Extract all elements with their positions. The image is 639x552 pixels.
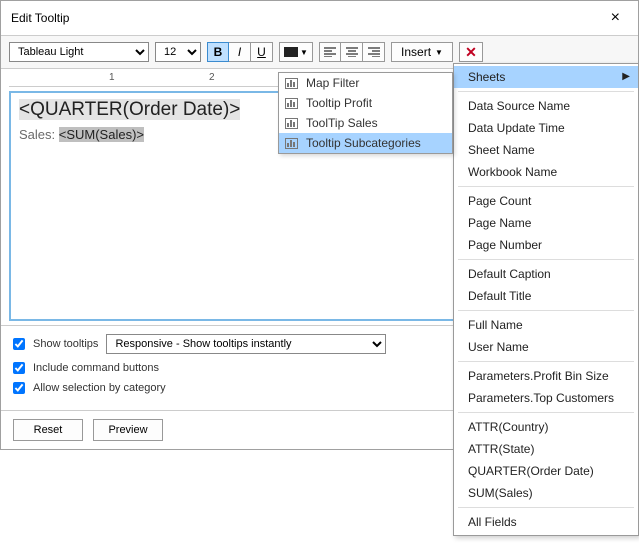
insert-menu-item[interactable]: All Fields <box>454 511 638 533</box>
submenu-label: Tooltip Subcategories <box>306 136 421 150</box>
close-icon[interactable]: × <box>601 9 630 27</box>
insert-menu-item[interactable]: Parameters.Top Customers <box>454 387 638 409</box>
insert-menu-item[interactable]: Parameters.Profit Bin Size <box>454 365 638 387</box>
quarter-field-tag[interactable]: <QUARTER(Order Date)> <box>19 99 240 120</box>
submenu-label: Tooltip Profit <box>306 96 372 110</box>
include-cmd-label: Include command buttons <box>33 362 159 374</box>
bold-button[interactable]: B <box>207 42 229 62</box>
menu-separator <box>458 259 634 260</box>
align-group <box>319 42 385 62</box>
dialog-title: Edit Tooltip <box>11 11 601 25</box>
allow-sel-label: Allow selection by category <box>33 382 166 394</box>
sum-sales-field-tag[interactable]: <SUM(Sales)> <box>59 127 144 142</box>
insert-menu-item[interactable]: User Name <box>454 336 638 358</box>
insert-menu-item[interactable]: Workbook Name <box>454 161 638 183</box>
insert-menu-item[interactable]: Data Source Name <box>454 95 638 117</box>
insert-menu-item[interactable]: ATTR(State) <box>454 438 638 460</box>
show-tooltips-checkbox[interactable] <box>13 338 25 350</box>
color-swatch-icon <box>284 47 298 57</box>
underline-button[interactable]: U <box>251 42 273 62</box>
insert-menu-item[interactable]: Full Name <box>454 314 638 336</box>
insert-menu-item[interactable]: ATTR(Country) <box>454 416 638 438</box>
style-group: B I U <box>207 42 273 62</box>
insert-menu-item[interactable]: Page Name <box>454 212 638 234</box>
show-tooltips-label: Show tooltips <box>33 338 98 350</box>
font-family-select[interactable]: Tableau Light <box>9 42 149 62</box>
menu-separator <box>458 361 634 362</box>
titlebar: Edit Tooltip × <box>1 1 638 35</box>
sheets-submenu-item[interactable]: Tooltip Subcategories <box>279 133 452 153</box>
insert-menu[interactable]: Sheets▶Data Source NameData Update TimeS… <box>453 63 639 536</box>
clear-button[interactable]: ✕ <box>459 42 483 62</box>
include-cmd-checkbox[interactable] <box>13 362 25 374</box>
align-center-button[interactable] <box>341 42 363 62</box>
menu-separator <box>458 91 634 92</box>
font-size-select[interactable]: 12 <box>155 42 201 62</box>
font-color-button[interactable]: ▼ <box>279 42 313 62</box>
align-right-icon <box>368 47 380 57</box>
ruler-mark-2: 2 <box>209 72 215 83</box>
sheet-icon <box>285 98 298 109</box>
preview-button[interactable]: Preview <box>93 419 163 441</box>
insert-menu-item[interactable]: SUM(Sales) <box>454 482 638 504</box>
sheet-icon <box>285 78 298 89</box>
insert-label: Insert <box>401 45 431 59</box>
sheets-submenu-item[interactable]: Tooltip Profit <box>279 93 452 113</box>
sheet-icon <box>285 138 298 149</box>
align-left-icon <box>324 47 336 57</box>
menu-separator <box>458 412 634 413</box>
insert-menu-sheets[interactable]: Sheets ▶ <box>454 66 638 88</box>
insert-menu-item[interactable]: Page Number <box>454 234 638 256</box>
sheets-submenu-item[interactable]: Map Filter <box>279 73 452 93</box>
insert-menu-item[interactable]: Data Update Time <box>454 117 638 139</box>
reset-button[interactable]: Reset <box>13 419 83 441</box>
chevron-down-icon: ▼ <box>300 48 308 57</box>
ruler-mark-1: 1 <box>109 72 115 83</box>
edit-tooltip-dialog: Edit Tooltip × Tableau Light 12 B I U ▼ <box>0 0 639 450</box>
tooltip-mode-select[interactable]: Responsive - Show tooltips instantly <box>106 334 386 354</box>
insert-menu-item[interactable]: QUARTER(Order Date) <box>454 460 638 482</box>
sheet-icon <box>285 118 298 129</box>
insert-menu-item[interactable]: Default Caption <box>454 263 638 285</box>
sheets-submenu[interactable]: Map Filter Tooltip Profit ToolTip Sales Too… <box>278 72 453 154</box>
sheets-submenu-item[interactable]: ToolTip Sales <box>279 113 452 133</box>
chevron-down-icon: ▼ <box>435 48 443 57</box>
menu-label: Sheets <box>468 70 505 84</box>
menu-separator <box>458 507 634 508</box>
submenu-label: Map Filter <box>306 76 359 90</box>
submenu-label: ToolTip Sales <box>306 116 378 130</box>
italic-button[interactable]: I <box>229 42 251 62</box>
insert-button[interactable]: Insert ▼ <box>391 42 453 62</box>
align-left-button[interactable] <box>319 42 341 62</box>
insert-menu-item[interactable]: Default Title <box>454 285 638 307</box>
align-center-icon <box>346 47 358 57</box>
insert-menu-item[interactable]: Page Count <box>454 190 638 212</box>
allow-sel-checkbox[interactable] <box>13 382 25 394</box>
menu-separator <box>458 186 634 187</box>
sales-label: Sales: <box>19 127 59 142</box>
menu-separator <box>458 310 634 311</box>
submenu-arrow-icon: ▶ <box>622 71 630 82</box>
align-right-button[interactable] <box>363 42 385 62</box>
insert-menu-item[interactable]: Sheet Name <box>454 139 638 161</box>
